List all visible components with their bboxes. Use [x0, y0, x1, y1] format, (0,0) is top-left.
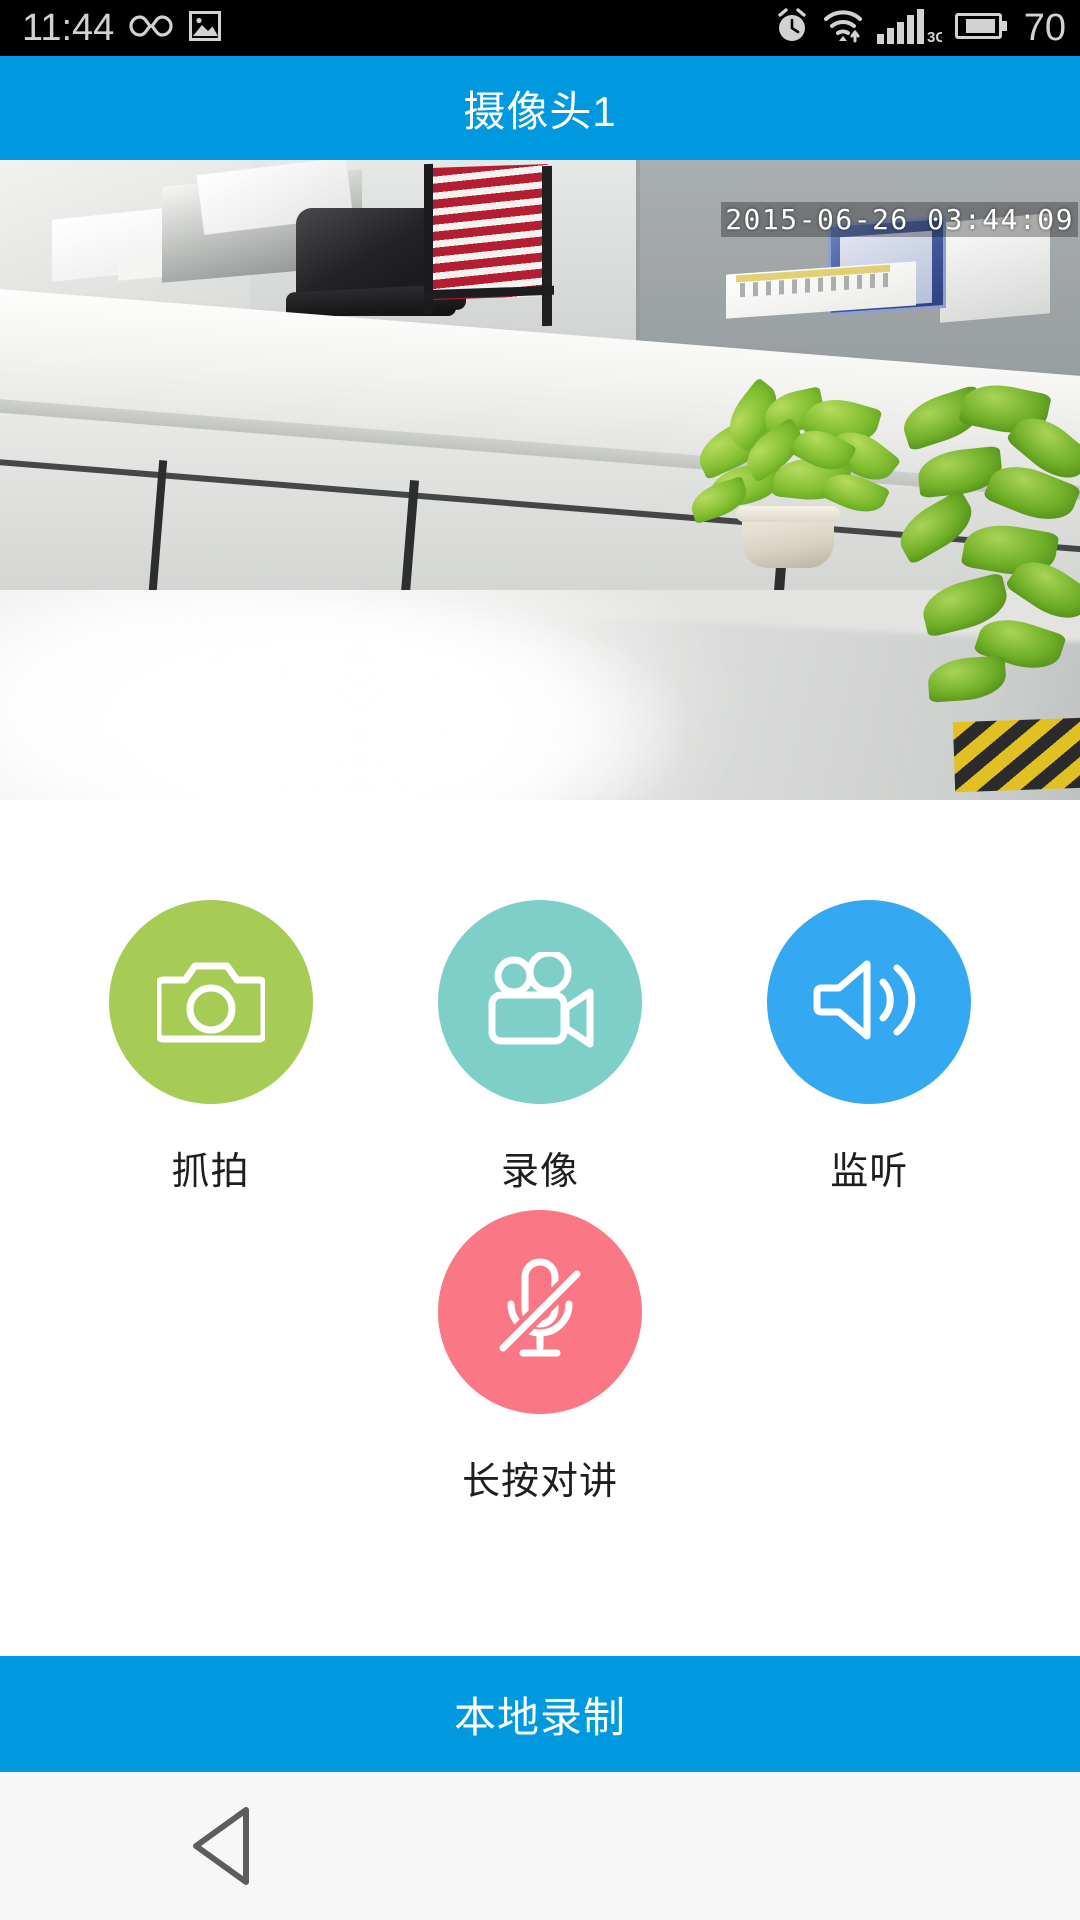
- wifi-icon: [823, 8, 863, 49]
- camera-icon: [154, 954, 268, 1051]
- android-nav-bar: [0, 1772, 1080, 1920]
- page-title: 摄像头1: [463, 87, 617, 135]
- record-button-label: 录像: [500, 1151, 579, 1193]
- talk-button[interactable]: 长按对讲: [420, 1210, 660, 1505]
- local-record-button[interactable]: 本地录制: [0, 1656, 1080, 1772]
- record-button[interactable]: 录像: [420, 900, 660, 1195]
- infinity-icon: [128, 11, 174, 46]
- battery-icon: [954, 10, 1009, 47]
- camera-scene: [0, 160, 1080, 800]
- title-bar: 摄像头1: [0, 56, 1080, 160]
- controls-panel: 抓拍 录像 监听 长按对讲: [0, 800, 1080, 1656]
- status-time: 11:44: [22, 7, 115, 49]
- video-camera-icon: [482, 949, 598, 1053]
- listen-button-circle[interactable]: [767, 900, 972, 1104]
- video-feed[interactable]: 2015-06-26 03:44:09: [0, 160, 1080, 800]
- alarm-clock-icon: [774, 7, 810, 50]
- record-button-circle[interactable]: [437, 900, 642, 1104]
- potted-plant: [686, 377, 902, 532]
- talk-button-label: 长按对讲: [461, 1461, 618, 1503]
- signal-bars-icon: 3G: [876, 7, 947, 50]
- controls-row-bottom: 长按对讲: [0, 1210, 1080, 1505]
- local-record-label: 本地录制: [453, 1693, 626, 1741]
- controls-row-top: 抓拍 录像 监听: [0, 900, 1080, 1195]
- snapshot-button-label: 抓拍: [171, 1151, 250, 1193]
- talk-button-circle[interactable]: [438, 1210, 642, 1414]
- image-icon: [188, 9, 222, 48]
- speaker-icon: [813, 952, 925, 1053]
- svg-text:3G: 3G: [927, 29, 942, 45]
- battery-level-text: 70: [1023, 7, 1066, 49]
- listen-button[interactable]: 监听: [749, 900, 989, 1195]
- snapshot-button-circle[interactable]: [108, 900, 313, 1104]
- potted-plant-secondary: [890, 377, 1080, 716]
- status-bar: 11:44 3G 70: [0, 0, 1080, 56]
- video-timestamp: 2015-06-26 03:44:09: [721, 202, 1078, 237]
- snapshot-button[interactable]: 抓拍: [91, 900, 331, 1195]
- status-bar-right-group: 3G 70: [774, 0, 1066, 56]
- status-bar-left-group: 11:44: [22, 0, 222, 56]
- microphone-muted-icon: [487, 1254, 593, 1371]
- back-triangle-icon[interactable]: [170, 1791, 280, 1901]
- listen-button-label: 监听: [830, 1151, 909, 1193]
